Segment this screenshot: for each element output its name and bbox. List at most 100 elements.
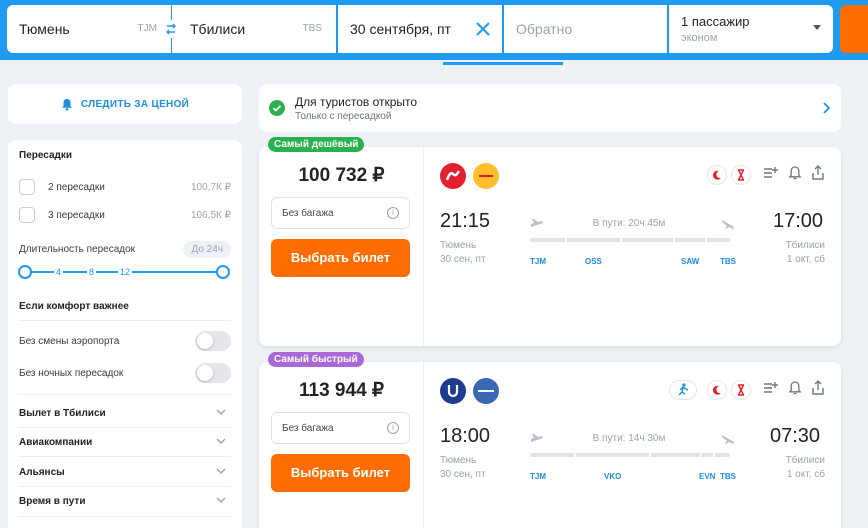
layover-title: Длительность пересадок: [19, 244, 136, 255]
slider-tick: 8: [87, 267, 97, 277]
select-ticket-button[interactable]: Выбрать билет: [271, 239, 410, 277]
ticket-price: 113 944 ₽: [299, 380, 384, 401]
bell-icon[interactable]: [787, 380, 803, 396]
share-icon[interactable]: [810, 380, 826, 396]
segment-gap: [705, 237, 707, 243]
layover-range-badge: До 24ч: [183, 241, 231, 258]
route-line: [530, 238, 730, 242]
utair-logo-icon: [440, 378, 466, 404]
nordwind-logo-icon: [440, 163, 466, 189]
stop-code: SAW: [681, 257, 700, 266]
transfer-option[interactable]: 3 пересадки 106,5К ₽: [19, 206, 231, 224]
flight-duration: В пути: 14ч 30м: [592, 433, 666, 444]
toggle-switch[interactable]: [195, 331, 231, 351]
origin-field[interactable]: Тюмень TJM: [7, 5, 171, 53]
destination-field[interactable]: Тбилиси TBS: [172, 5, 336, 53]
travel-notice-banner[interactable]: Для туристов открыто Только с пересадкой: [259, 84, 841, 132]
cabin-class: эконом: [681, 32, 718, 44]
return-date-placeholder: Обратно: [516, 21, 573, 37]
departure-date-field[interactable]: 30 сентября, пт: [338, 5, 502, 53]
comfort-title: Если комфорт важнее: [19, 301, 129, 312]
chevron-right-icon: [823, 102, 831, 114]
add-to-compare-icon[interactable]: [763, 165, 779, 181]
arrival-date: 1 окт, сб: [786, 469, 825, 480]
stop-code: TBS: [720, 472, 736, 481]
chevron-down-icon: [216, 438, 226, 445]
info-icon[interactable]: i: [387, 207, 399, 219]
close-icon[interactable]: [474, 20, 492, 38]
accordion-airlines[interactable]: Авиакомпании: [19, 432, 231, 452]
checkbox[interactable]: [19, 207, 35, 223]
toggle-switch[interactable]: [195, 363, 231, 383]
check-circle-icon: [269, 100, 285, 116]
baggage-label: Без багажа: [282, 423, 334, 434]
transfer-option-label: 3 пересадки: [48, 210, 105, 221]
transfer-option-label: 2 пересадки: [48, 182, 105, 193]
search-button[interactable]: [840, 5, 868, 53]
accordion-departure[interactable]: Вылет в Тбилиси: [19, 403, 231, 423]
stop-code: TBS: [720, 257, 736, 266]
pegasus-logo-icon: [473, 163, 499, 189]
active-tab-indicator: [443, 62, 563, 65]
baggage-option[interactable]: Без багажа i: [271, 197, 410, 229]
toggle-row: Без смены аэропорта: [19, 331, 231, 353]
add-to-compare-icon[interactable]: [763, 380, 779, 396]
toggle-label: Без смены аэропорта: [19, 336, 120, 347]
notice-subtitle: Только с пересадкой: [295, 111, 392, 122]
accordion-label: Время в пути: [19, 496, 86, 507]
slider-handle-min[interactable]: [18, 265, 32, 279]
night-flight-icon: [707, 165, 727, 185]
baggage-option[interactable]: Без багажа i: [271, 412, 410, 444]
checkbox[interactable]: [19, 179, 35, 195]
transfers-title: Пересадки: [19, 150, 73, 161]
origin-code: TJM: [137, 23, 157, 34]
night-flight-icon: [707, 380, 727, 400]
notice-title: Для туристов открыто: [295, 95, 418, 109]
toggle-row: Без ночных пересадок: [19, 363, 231, 385]
accordion-label: Авиакомпании: [19, 437, 93, 448]
ticket-price: 100 732 ₽: [298, 165, 385, 186]
arrival-time: 17:00: [773, 210, 824, 232]
stop-code: EVN: [699, 472, 716, 481]
bell-icon: [62, 98, 72, 111]
ticket-price-pane: 113 944 ₽ Без багажа i Выбрать билет: [259, 362, 424, 528]
accordion-alliances[interactable]: Альянсы: [19, 462, 231, 482]
slider-tick: 12: [118, 267, 133, 277]
stop-code: VKO: [604, 472, 622, 481]
slider-tick: 4: [54, 267, 64, 277]
divider: [19, 394, 231, 395]
landing-icon: [722, 435, 734, 444]
ticket-card[interactable]: Самый быстрый 113 944 ₽ Без багажа i Выб…: [259, 352, 841, 528]
share-icon[interactable]: [810, 165, 826, 181]
stop-code: TJM: [530, 257, 546, 266]
return-date-field[interactable]: Обратно: [504, 5, 667, 53]
divider: [19, 516, 231, 517]
baggage-label: Без багажа: [282, 208, 334, 219]
transfer-option[interactable]: 2 пересадки 100,7К ₽: [19, 178, 231, 196]
chevron-down-icon: [813, 25, 821, 30]
stop-code: TJM: [530, 472, 546, 481]
accordion-duration[interactable]: Время в пути: [19, 491, 231, 511]
passengers-field[interactable]: 1 пассажир эконом: [669, 5, 833, 53]
long-layover-icon: [731, 380, 751, 400]
bell-icon[interactable]: [787, 165, 803, 181]
destination-code: TBS: [302, 23, 322, 34]
transfer-option-price: 100,7К ₽: [191, 182, 231, 193]
takeoff-icon: [531, 219, 543, 227]
destination-city: Тбилиси: [190, 21, 246, 37]
divider: [19, 456, 231, 457]
departure-time: 18:00: [440, 425, 491, 447]
long-layover-icon: [731, 165, 751, 185]
departure-time: 21:15: [440, 210, 491, 232]
ticket-card[interactable]: Самый дешёвый 100 732 ₽ Без багажа i Выб…: [259, 137, 841, 346]
slider-handle-max[interactable]: [216, 265, 230, 279]
track-price-button[interactable]: СЛЕДИТЬ ЗА ЦЕНОЙ: [8, 84, 242, 124]
swap-icon[interactable]: [162, 20, 180, 38]
departure-city: Тюмень: [440, 240, 477, 251]
stop-code: OSS: [585, 257, 602, 266]
flight-duration: В пути: 20ч 45м: [592, 218, 666, 229]
select-ticket-button[interactable]: Выбрать билет: [271, 454, 410, 492]
segment-gap: [673, 237, 675, 243]
chevron-down-icon: [216, 497, 226, 504]
info-icon[interactable]: i: [387, 422, 399, 434]
